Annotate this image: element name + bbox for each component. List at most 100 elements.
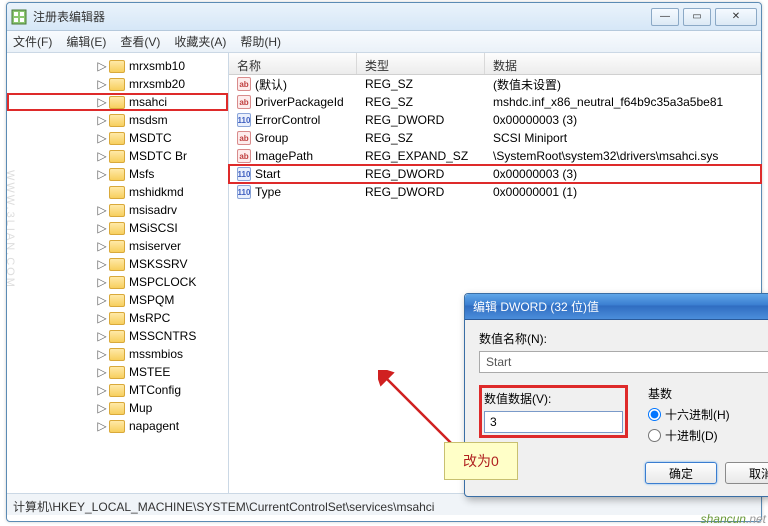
list-row[interactable]: 110StartREG_DWORD0x00000003 (3) [229,165,761,183]
tree-item-label: msahci [129,95,167,109]
list-header: 名称 类型 数据 [229,53,761,75]
col-header-data[interactable]: 数据 [485,53,761,74]
folder-icon [109,222,125,235]
tree-item-msdsm[interactable]: ▷msdsm [7,111,228,129]
tree-item-mssmbios[interactable]: ▷mssmbios [7,345,228,363]
menu-file[interactable]: 文件(F) [13,33,52,50]
value-data-highlight: 数值数据(V): [479,385,628,438]
radix-hex-radio[interactable] [648,408,661,421]
list-row[interactable]: 110TypeREG_DWORD0x00000001 (1) [229,183,761,201]
tree-item-label: msisadrv [129,203,177,217]
dialog-titlebar[interactable]: 编辑 DWORD (32 位)值 ✕ [465,294,768,320]
tree-item-MSPCLOCK[interactable]: ▷ MSPCLOCK [7,273,228,291]
tree-item-MSDTC[interactable]: ▷MSDTC [7,129,228,147]
tree-item-msahci[interactable]: ▷ msahci [7,93,228,111]
radix-dec[interactable]: 十进制(D) [648,427,768,444]
cancel-button[interactable]: 取消 [725,462,768,484]
watermark: shancun.net [701,512,766,526]
value-name-field: Start [479,351,768,373]
expander-icon[interactable]: ▷ [97,401,107,415]
annotation-note: 改为0 [444,442,518,480]
string-icon: ab [237,77,251,91]
menubar: 文件(F) 编辑(E) 查看(V) 收藏夹(A) 帮助(H) [7,31,761,53]
value-data: 0x00000001 (1) [485,185,761,199]
value-name: DriverPackageId [255,95,344,109]
tree-item-mrxsmb20[interactable]: ▷mrxsmb20 [7,75,228,93]
folder-icon [109,186,125,199]
value-data: (数值未设置) [485,76,761,93]
menu-view[interactable]: 查看(V) [120,33,160,50]
ok-button[interactable]: 确定 [645,462,717,484]
tree-item-MSiSCSI[interactable]: ▷MSiSCSI [7,219,228,237]
expander-icon[interactable]: ▷ [97,311,107,325]
tree-item-MTConfig[interactable]: ▷MTConfig [7,381,228,399]
minimize-button[interactable]: — [651,8,679,26]
maximize-button[interactable]: ▭ [683,8,711,26]
tree-item-MsRPC[interactable]: ▷MsRPC [7,309,228,327]
content-area: ▷mrxsmb10▷mrxsmb20▷msahci▷msdsm▷MSDTC▷MS… [7,53,761,493]
menu-help[interactable]: 帮助(H) [240,33,281,50]
close-button[interactable]: ✕ [715,8,757,26]
menu-favorites[interactable]: 收藏夹(A) [174,33,226,50]
tree-item-mrxsmb10[interactable]: ▷mrxsmb10 [7,57,228,75]
expander-icon[interactable]: ▷ [97,95,107,109]
tree-item-msiserver[interactable]: ▷msiserver [7,237,228,255]
expander-icon[interactable]: ▷ [97,257,107,271]
list-pane[interactable]: 名称 类型 数据 ab(默认)REG_SZ(数值未设置)ab DriverPack… [229,53,761,493]
tree-item-msisadrv[interactable]: ▷ msisadrv [7,201,228,219]
expander-icon[interactable]: ▷ [97,149,107,163]
tree-item-label: MSPCLOCK [129,275,196,289]
folder-icon [109,60,125,73]
expander-icon[interactable]: ▷ [97,221,107,235]
value-data-input[interactable] [484,411,623,433]
expander-icon[interactable]: ▷ [97,275,107,289]
tree-item-Mup[interactable]: ▷Mup [7,399,228,417]
folder-icon [109,96,125,109]
expander-icon[interactable]: ▷ [97,365,107,379]
list-row[interactable]: abDriverPackageIdREG_SZmshdc.inf_x86_neu… [229,93,761,111]
list-row[interactable]: 110ErrorControlREG_DWORD0x00000003 (3) [229,111,761,129]
radix-dec-radio[interactable] [648,429,661,442]
tree-item-mshidkmd[interactable]: mshidkmd [7,183,228,201]
list-row[interactable]: abGroupREG_SZSCSI Miniport [229,129,761,147]
tree-item-Msfs[interactable]: ▷Msfs [7,165,228,183]
value-type: REG_SZ [357,131,485,145]
expander-icon[interactable]: ▷ [97,347,107,361]
expander-icon[interactable]: ▷ [97,383,107,397]
expander-icon[interactable]: ▷ [97,419,107,433]
radix-group: 基数 十六进制(H) 十进制(D) [648,385,768,448]
tree-item-napagent[interactable]: ▷napagent [7,417,228,435]
regedit-window: 注册表编辑器 — ▭ ✕ 文件(F) 编辑(E) 查看(V) 收藏夹(A) 帮助… [6,2,762,522]
col-header-name[interactable]: 名称 [229,53,357,74]
folder-icon [109,276,125,289]
value-type: REG_SZ [357,95,485,109]
menu-edit[interactable]: 编辑(E) [66,33,106,50]
tree-item-MSPQM[interactable]: ▷MSPQM [7,291,228,309]
expander-icon[interactable]: ▷ [97,59,107,73]
folder-icon [109,240,125,253]
folder-icon [109,402,125,415]
expander-icon[interactable]: ▷ [97,167,107,181]
tree-item-MSKSSRV[interactable]: ▷MSKSSRV [7,255,228,273]
expander-icon[interactable]: ▷ [97,329,107,343]
col-header-type[interactable]: 类型 [357,53,485,74]
expander-icon[interactable]: ▷ [97,113,107,127]
tree-pane[interactable]: ▷mrxsmb10▷mrxsmb20▷msahci▷msdsm▷MSDTC▷MS… [7,53,229,493]
value-type: REG_EXPAND_SZ [357,149,485,163]
tree-item-MSTEE[interactable]: ▷MSTEE [7,363,228,381]
folder-icon [109,132,125,145]
list-row[interactable]: ab(默认)REG_SZ(数值未设置) [229,75,761,93]
value-name: ErrorControl [255,113,320,127]
tree-item-MSSCNTRS[interactable]: ▷MSSCNTRS [7,327,228,345]
list-row[interactable]: abImagePathREG_EXPAND_SZ\SystemRoot\syst… [229,147,761,165]
expander-icon[interactable]: ▷ [97,239,107,253]
radix-hex[interactable]: 十六进制(H) [648,406,768,423]
expander-icon[interactable]: ▷ [97,203,107,217]
expander-icon[interactable]: ▷ [97,293,107,307]
expander-icon[interactable]: ▷ [97,77,107,91]
value-name: Type [255,185,281,199]
expander-icon[interactable]: ▷ [97,131,107,145]
folder-icon [109,150,125,163]
tree-item-MSDTC Br[interactable]: ▷MSDTC Br [7,147,228,165]
titlebar[interactable]: 注册表编辑器 — ▭ ✕ [7,3,761,31]
